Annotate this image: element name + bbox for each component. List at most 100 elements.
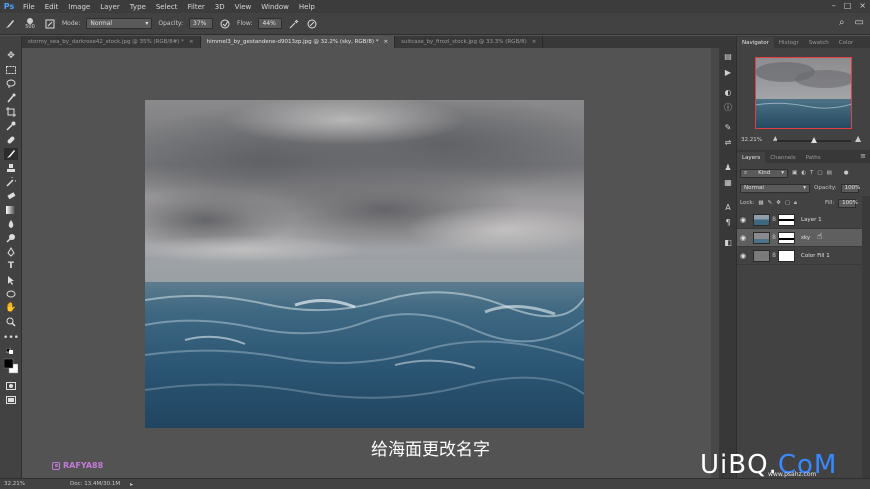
tab-stormy-sea[interactable]: stormy_sea_by_darkrose42_stock.jpg @ 35%… bbox=[22, 36, 201, 48]
workspace-icon[interactable]: ▭ bbox=[855, 17, 864, 28]
status-arrow-icon[interactable]: ▸ bbox=[130, 481, 133, 488]
marquee-tool-icon[interactable] bbox=[4, 64, 18, 76]
brush-presets-icon[interactable]: ✎ bbox=[722, 121, 734, 133]
blend-mode-select[interactable]: Normal ▾ bbox=[740, 183, 810, 193]
more-tools-icon[interactable]: ••• bbox=[3, 332, 19, 344]
color-swatches-icon[interactable] bbox=[4, 356, 18, 376]
layer-kind-filter[interactable]: ⌕ Kind ▾ bbox=[740, 168, 788, 178]
layer-mask-thumbnail[interactable] bbox=[778, 213, 795, 226]
close-icon[interactable]: × bbox=[532, 39, 537, 45]
tab-channels[interactable]: Channels bbox=[765, 152, 800, 163]
visibility-eye-icon[interactable]: ◉ bbox=[737, 234, 749, 242]
close-icon[interactable]: × bbox=[859, 1, 866, 10]
brush-panel-toggle-icon[interactable] bbox=[44, 18, 56, 30]
menu-type[interactable]: Type bbox=[125, 3, 151, 11]
brush-tool-icon[interactable] bbox=[4, 18, 16, 30]
layer-name[interactable]: Color Fill 1 bbox=[795, 253, 830, 259]
quick-select-tool-icon[interactable] bbox=[4, 92, 18, 104]
zoom-in-icon[interactable]: ▲ bbox=[855, 134, 861, 143]
clone-source-icon[interactable]: ♟ bbox=[722, 161, 734, 173]
navigator-zoom-slider[interactable] bbox=[777, 137, 851, 143]
tab-himmel3[interactable]: himmel3_by_gestandene-d9013zp.jpg @ 32.2… bbox=[200, 36, 396, 48]
filter-smart-icon[interactable]: ▤ bbox=[827, 170, 832, 176]
menu-window[interactable]: Window bbox=[256, 3, 294, 11]
zoom-tool-icon[interactable] bbox=[4, 316, 18, 328]
actions-play-icon[interactable]: ▶ bbox=[722, 66, 734, 78]
path-select-tool-icon[interactable] bbox=[4, 274, 18, 286]
tab-suitcase[interactable]: suitcase_by_firozl_stock.jpg @ 33.3% (RG… bbox=[395, 36, 544, 48]
tab-swatches[interactable]: Swatch bbox=[804, 37, 834, 48]
document-canvas[interactable] bbox=[145, 100, 584, 428]
filter-toggle-icon[interactable]: ● bbox=[844, 170, 849, 176]
eyedropper-tool-icon[interactable] bbox=[4, 120, 18, 132]
visibility-eye-icon[interactable]: ◉ bbox=[737, 252, 749, 260]
paragraph-icon[interactable]: ¶ bbox=[722, 216, 734, 228]
layer-fill-field[interactable]: 100% bbox=[838, 198, 858, 208]
navigator-zoom-value[interactable]: 32.21% bbox=[737, 137, 767, 143]
crop-tool-icon[interactable] bbox=[4, 106, 18, 118]
menu-select[interactable]: Select bbox=[151, 3, 183, 11]
lasso-tool-icon[interactable] bbox=[4, 78, 18, 90]
maximize-icon[interactable]: □ bbox=[844, 1, 852, 10]
pressure-opacity-icon[interactable] bbox=[219, 18, 231, 30]
menu-edit[interactable]: Edit bbox=[40, 3, 64, 11]
properties-icon[interactable]: ⇌ bbox=[722, 136, 734, 148]
menu-filter[interactable]: Filter bbox=[182, 3, 209, 11]
brush-preset-picker[interactable]: 500 bbox=[22, 17, 38, 30]
layer-mask-thumbnail[interactable] bbox=[778, 249, 795, 262]
tab-histogram[interactable]: Histogr bbox=[774, 37, 804, 48]
flow-field[interactable]: 44% bbox=[258, 18, 283, 29]
type-tool-icon[interactable]: T bbox=[4, 260, 18, 272]
minimize-icon[interactable]: – bbox=[832, 1, 836, 10]
tab-color[interactable]: Color bbox=[834, 37, 858, 48]
layer-name[interactable]: sky bbox=[795, 235, 810, 241]
menu-view[interactable]: View bbox=[230, 3, 257, 11]
panel-menu-icon[interactable]: ≡ bbox=[860, 152, 866, 160]
brush-tool-icon[interactable] bbox=[4, 148, 18, 160]
menu-help[interactable]: Help bbox=[294, 3, 320, 11]
filter-adjustment-icon[interactable]: ◐ bbox=[801, 170, 806, 176]
screen-mode-icon[interactable] bbox=[4, 394, 18, 406]
pressure-size-icon[interactable] bbox=[306, 18, 318, 30]
filter-shape-icon[interactable]: ▢ bbox=[817, 170, 822, 176]
navigator-view-box[interactable] bbox=[755, 57, 852, 129]
layer-name[interactable]: Layer 1 bbox=[795, 217, 822, 223]
clone-stamp-tool-icon[interactable] bbox=[4, 162, 18, 174]
lock-transparent-icon[interactable]: ▦ bbox=[758, 200, 763, 206]
move-tool-icon[interactable]: ✥ bbox=[4, 50, 18, 62]
layers-scrollbar[interactable] bbox=[862, 196, 870, 478]
info-icon[interactable]: ⓘ bbox=[722, 101, 734, 113]
layer-row-layer-1[interactable]: ◉ 8 Layer 1 bbox=[737, 211, 862, 229]
visibility-eye-icon[interactable]: ◉ bbox=[737, 216, 749, 224]
opacity-field[interactable]: 37% bbox=[189, 18, 214, 29]
lock-artboard-icon[interactable]: ▢ bbox=[785, 200, 790, 206]
quick-mask-icon[interactable] bbox=[4, 380, 18, 392]
status-zoom-value[interactable]: 32.21% bbox=[0, 481, 55, 487]
menu-3d[interactable]: 3D bbox=[210, 3, 230, 11]
layer-mask-thumbnail[interactable] bbox=[778, 231, 795, 244]
healing-brush-tool-icon[interactable] bbox=[4, 134, 18, 146]
dodge-tool-icon[interactable] bbox=[4, 232, 18, 244]
blur-tool-icon[interactable] bbox=[4, 218, 18, 230]
history-brush-tool-icon[interactable] bbox=[4, 176, 18, 188]
tab-layers[interactable]: Layers bbox=[737, 152, 766, 163]
character-icon[interactable]: A bbox=[722, 201, 734, 213]
menu-layer[interactable]: Layer bbox=[95, 3, 125, 11]
layer-row-color-fill-1[interactable]: ◉ 8 Color Fill 1 bbox=[737, 247, 862, 265]
lock-all-icon[interactable]: 🔒︎ bbox=[794, 200, 797, 207]
adjustments-icon[interactable]: ◐ bbox=[722, 86, 734, 98]
airbrush-icon[interactable] bbox=[288, 18, 300, 30]
layer-row-sky[interactable]: ◉ 8 sky ☝ bbox=[737, 229, 862, 247]
libraries-icon[interactable]: ▦ bbox=[722, 176, 734, 188]
menu-file[interactable]: File bbox=[18, 3, 40, 11]
tool-presets-icon[interactable]: ◧ bbox=[722, 236, 734, 248]
tab-paths[interactable]: Paths bbox=[801, 152, 826, 163]
filter-type-icon[interactable]: T bbox=[810, 170, 813, 176]
canvas-vertical-scrollbar[interactable] bbox=[711, 48, 719, 478]
hand-tool-icon[interactable]: ✋ bbox=[4, 302, 18, 314]
pen-tool-icon[interactable] bbox=[4, 246, 18, 258]
lock-position-icon[interactable]: ✥ bbox=[776, 200, 781, 206]
close-icon[interactable]: × bbox=[383, 39, 388, 45]
history-icon[interactable]: ▤ bbox=[722, 50, 734, 62]
filter-pixel-icon[interactable]: ▣ bbox=[792, 170, 797, 176]
